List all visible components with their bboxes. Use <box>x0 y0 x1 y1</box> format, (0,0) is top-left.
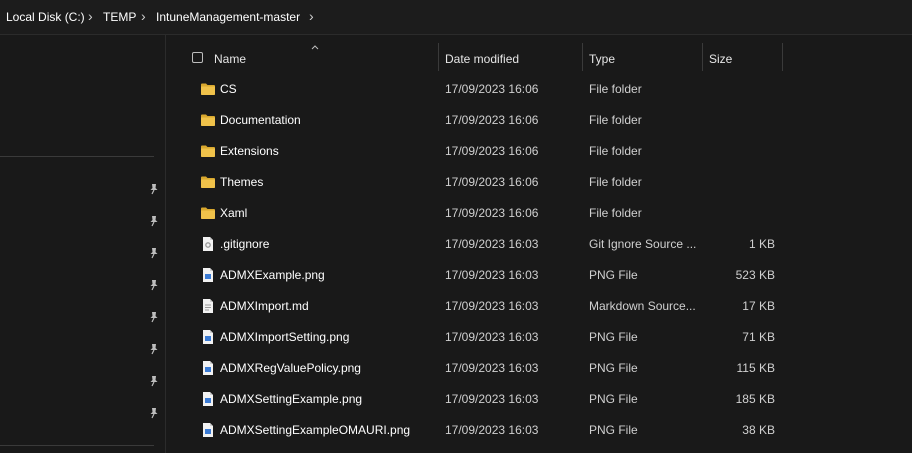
file-size: 17 KB <box>742 299 775 313</box>
file-date-modified: 17/09/2023 16:03 <box>445 299 539 313</box>
image-file-icon <box>203 392 213 406</box>
file-type: File folder <box>589 113 642 127</box>
file-name: Xaml <box>220 206 248 220</box>
column-header-type[interactable]: Type <box>589 52 615 66</box>
folder-icon <box>201 207 215 219</box>
pin-icon[interactable] <box>149 343 159 355</box>
breadcrumb-chevron-icon[interactable]: › <box>88 8 93 24</box>
nav-divider <box>0 156 154 157</box>
file-type: File folder <box>589 144 642 158</box>
file-name: ADMXExample.png <box>220 268 325 282</box>
select-all-checkbox[interactable] <box>192 52 203 63</box>
file-date-modified: 17/09/2023 16:03 <box>445 268 539 282</box>
file-row[interactable]: Documentation 17/09/2023 16:06 File folder <box>166 104 912 135</box>
file-type: File folder <box>589 82 642 96</box>
file-row[interactable]: Extensions 17/09/2023 16:06 File folder <box>166 135 912 166</box>
column-header-row: Name Date modified Type Size <box>166 43 912 73</box>
file-type: Git Ignore Source ... <box>589 237 697 251</box>
column-divider[interactable] <box>438 43 439 71</box>
file-name: .gitignore <box>220 237 270 251</box>
breadcrumb-chevron-icon[interactable]: › <box>141 8 146 24</box>
breadcrumb-local-disk[interactable]: Local Disk (C:) <box>6 10 85 24</box>
pin-icon[interactable] <box>149 407 159 419</box>
file-date-modified: 17/09/2023 16:03 <box>445 392 539 406</box>
pin-icon[interactable] <box>149 375 159 387</box>
document-file-icon <box>203 299 213 313</box>
pin-icon[interactable] <box>149 215 159 227</box>
file-type: File folder <box>589 175 642 189</box>
sort-ascending-icon[interactable] <box>310 43 320 51</box>
pin-icon[interactable] <box>149 183 159 195</box>
file-name: ADMXImportSetting.png <box>220 330 350 344</box>
column-divider[interactable] <box>702 43 703 71</box>
column-divider[interactable] <box>782 43 783 71</box>
file-size: 71 KB <box>742 330 775 344</box>
file-row[interactable]: ADMXRegValuePolicy.png 17/09/2023 16:03 PN… <box>166 352 912 383</box>
file-size: 115 KB <box>736 361 775 375</box>
file-row[interactable]: CS 17/09/2023 16:06 File folder <box>166 73 912 104</box>
file-name: CS <box>220 82 237 96</box>
file-date-modified: 17/09/2023 16:03 <box>445 237 539 251</box>
file-type: Markdown Source... <box>589 299 696 313</box>
pin-icon[interactable] <box>149 279 159 291</box>
column-header-date-modified[interactable]: Date modified <box>445 52 519 66</box>
pin-icon[interactable] <box>149 311 159 323</box>
settings-file-icon <box>203 237 213 251</box>
file-type: File folder <box>589 206 642 220</box>
pin-icon[interactable] <box>149 247 159 259</box>
file-size: 38 KB <box>742 423 775 437</box>
file-list-pane[interactable]: Name Date modified Type Size CS 17/09/202… <box>166 35 912 453</box>
file-row[interactable]: ADMXExample.png 17/09/2023 16:03 PNG File 5… <box>166 259 912 290</box>
file-type: PNG File <box>589 392 638 406</box>
file-row[interactable]: ADMXSettingExample.png 17/09/2023 16:03 PN… <box>166 383 912 414</box>
file-row[interactable]: Themes 17/09/2023 16:06 File folder <box>166 166 912 197</box>
navigation-pane[interactable] <box>0 35 166 453</box>
file-row[interactable]: ADMXImport.md 17/09/2023 16:03 Markdown So… <box>166 290 912 321</box>
file-name: ADMXRegValuePolicy.png <box>220 361 361 375</box>
file-size: 1 KB <box>748 237 775 251</box>
image-file-icon <box>203 361 213 375</box>
file-type: PNG File <box>589 268 638 282</box>
file-type: PNG File <box>589 423 638 437</box>
column-header-size[interactable]: Size <box>709 52 732 66</box>
file-date-modified: 17/09/2023 16:06 <box>445 144 539 158</box>
file-date-modified: 17/09/2023 16:03 <box>445 361 539 375</box>
file-name: Documentation <box>220 113 301 127</box>
file-date-modified: 17/09/2023 16:06 <box>445 175 539 189</box>
file-date-modified: 17/09/2023 16:06 <box>445 206 539 220</box>
file-row[interactable]: Xaml 17/09/2023 16:06 File folder <box>166 197 912 228</box>
column-divider[interactable] <box>582 43 583 71</box>
file-name: Themes <box>220 175 264 189</box>
image-file-icon <box>203 330 213 344</box>
file-row[interactable]: ADMXSettingExampleOMAURI.png 17/09/2023 1… <box>166 414 912 445</box>
folder-icon <box>201 114 215 126</box>
breadcrumb-intunemanagement[interactable]: IntuneManagement-master <box>156 10 300 24</box>
file-name: ADMXImport.md <box>220 299 309 313</box>
file-date-modified: 17/09/2023 16:03 <box>445 330 539 344</box>
image-file-icon <box>203 423 213 437</box>
folder-icon <box>201 83 215 95</box>
address-bar[interactable]: Local Disk (C:) › TEMP › IntuneManagemen… <box>0 0 912 35</box>
file-size: 185 KB <box>735 392 775 406</box>
file-type: PNG File <box>589 330 638 344</box>
column-header-name[interactable]: Name <box>214 52 246 66</box>
file-row[interactable]: .gitignore 17/09/2023 16:03 Git Ignore Sou… <box>166 228 912 259</box>
nav-divider <box>0 445 154 446</box>
file-name: ADMXSettingExample.png <box>220 392 363 406</box>
file-date-modified: 17/09/2023 16:03 <box>445 423 539 437</box>
file-type: PNG File <box>589 361 638 375</box>
image-file-icon <box>203 268 213 282</box>
file-name: ADMXSettingExampleOMAURI.png <box>220 423 411 437</box>
file-size: 523 KB <box>735 268 775 282</box>
file-name: Extensions <box>220 144 279 158</box>
folder-icon <box>201 145 215 157</box>
file-date-modified: 17/09/2023 16:06 <box>445 82 539 96</box>
folder-icon <box>201 176 215 188</box>
breadcrumb-temp[interactable]: TEMP <box>103 10 136 24</box>
file-date-modified: 17/09/2023 16:06 <box>445 113 539 127</box>
breadcrumb-chevron-icon[interactable]: › <box>309 8 314 24</box>
file-row[interactable]: ADMXImportSetting.png 17/09/2023 16:03 PNG… <box>166 321 912 352</box>
